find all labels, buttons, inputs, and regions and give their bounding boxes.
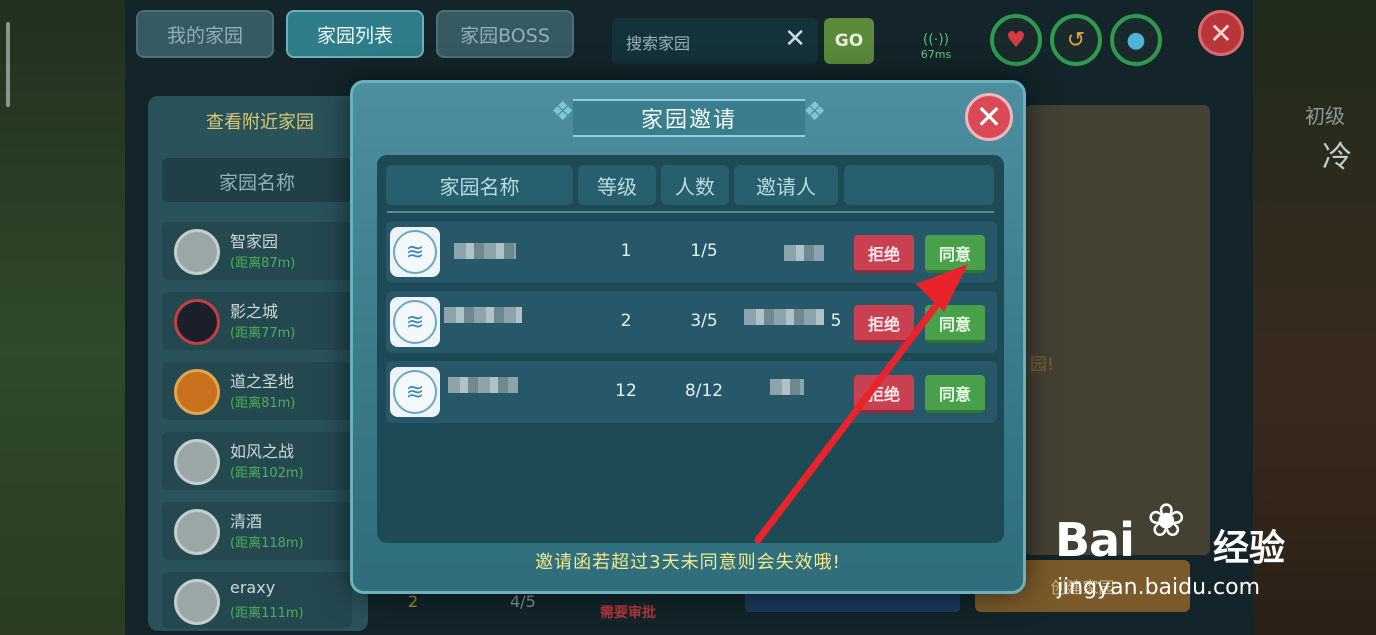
list-item[interactable]: 道之圣地 (距离81m) bbox=[162, 362, 352, 420]
reject-button[interactable]: 拒绝 bbox=[854, 235, 914, 273]
home-name: 如风之战 bbox=[230, 442, 295, 461]
fish-avatar-icon: ≋ bbox=[393, 300, 437, 344]
search-placeholder: 搜索家园 bbox=[626, 34, 691, 53]
accept-button[interactable]: 同意 bbox=[925, 235, 985, 273]
tab-home-boss[interactable]: 家园BOSS bbox=[436, 10, 574, 58]
create-home-scroll bbox=[1025, 105, 1210, 555]
wifi-icon: ((·)) bbox=[922, 32, 950, 48]
ping-label: 67ms bbox=[920, 48, 952, 61]
inviter-redacted bbox=[784, 245, 824, 261]
inviter-suffix: 5 bbox=[830, 311, 842, 331]
home-name-redacted bbox=[448, 377, 518, 393]
fish-avatar-icon: ≋ bbox=[393, 230, 437, 274]
paw-logo-icon: ❀ bbox=[1147, 493, 1186, 547]
watermark-brand-suffix: 经验 bbox=[1213, 528, 1286, 569]
accept-button[interactable]: 同意 bbox=[925, 305, 985, 343]
tab-my-home[interactable]: 我的家园 bbox=[136, 10, 274, 58]
list-item[interactable]: 如风之战 (距离102m) bbox=[162, 432, 352, 490]
home-avatar: ≋ bbox=[390, 367, 440, 417]
screen-edge-handle bbox=[6, 22, 10, 107]
main-close-button[interactable]: ✕ bbox=[1198, 10, 1244, 56]
row-members: 3/5 bbox=[690, 311, 718, 331]
col-inviter: 邀请人 bbox=[734, 165, 838, 205]
ornament-left-icon: ❖ bbox=[551, 97, 575, 127]
col-level: 等级 bbox=[578, 165, 656, 205]
home-avatar: ≋ bbox=[390, 297, 440, 347]
network-ping: ((·)) 67ms bbox=[916, 32, 956, 61]
baidu-watermark: Bai ❀ 经验 jingyan.baidu.com bbox=[1055, 493, 1315, 605]
game-screen: 我的家园 家园列表 家园BOSS 搜索家园 ✕ GO ((·)) 67ms ♥ … bbox=[0, 0, 1376, 635]
row-members: 1/5 bbox=[690, 241, 718, 261]
col-home-name: 家园名称 bbox=[386, 165, 573, 205]
home-avatar-icon bbox=[174, 369, 220, 415]
home-avatar-icon bbox=[174, 229, 220, 275]
home-avatar-icon bbox=[174, 579, 220, 625]
water-drop-icon: ● bbox=[1110, 14, 1162, 66]
fish-avatar-icon: ≋ bbox=[393, 370, 437, 414]
inviter-redacted bbox=[744, 309, 824, 325]
close-icon: ✕ bbox=[975, 98, 1003, 136]
list-item[interactable]: eraxy (距离111m) bbox=[162, 572, 352, 628]
close-icon: ✕ bbox=[1209, 16, 1233, 50]
home-name: eraxy bbox=[230, 578, 276, 597]
clear-search-icon[interactable]: ✕ bbox=[784, 24, 806, 54]
invitation-modal: ❖ 家园邀请 ❖ ✕ 家园名称 等级 人数 邀请人 ≋ 1 1/5 拒绝 同意 … bbox=[350, 80, 1026, 594]
home-distance: (距离81m) bbox=[230, 396, 296, 411]
bg-approval-status: 需要审批 bbox=[600, 605, 656, 621]
home-name: 道之圣地 bbox=[230, 372, 295, 391]
watermark-url: jingyan.baidu.com bbox=[1057, 575, 1261, 600]
home-avatar-icon bbox=[174, 299, 220, 345]
home-name-redacted bbox=[444, 307, 522, 323]
search-input[interactable]: 搜索家园 ✕ bbox=[612, 18, 818, 64]
expiry-notice: 邀请函若超过3天未同意则会失效哦! bbox=[535, 552, 841, 573]
heart-icon: ♥ bbox=[990, 14, 1042, 66]
home-distance: (距离118m) bbox=[230, 536, 304, 551]
home-distance: (距离111m) bbox=[230, 606, 304, 621]
header-divider bbox=[387, 211, 994, 213]
bg-note-text: 园! bbox=[1030, 355, 1054, 375]
home-avatar-icon bbox=[174, 439, 220, 485]
home-name: 清酒 bbox=[230, 512, 263, 531]
bg-count-value: 4/5 bbox=[510, 592, 536, 611]
home-avatar-icon bbox=[174, 509, 220, 555]
bg-right-text: 初级 bbox=[1305, 104, 1345, 128]
list-item[interactable]: 影之城 (距离77m) bbox=[162, 292, 352, 350]
nearby-title: 查看附近家园 bbox=[206, 112, 314, 133]
home-distance: (距离77m) bbox=[230, 326, 296, 341]
ornament-right-icon: ❖ bbox=[803, 97, 827, 127]
nearby-column-header: 家园名称 bbox=[162, 158, 352, 202]
list-item[interactable]: 智家园 (距离87m) bbox=[162, 222, 352, 280]
home-avatar: ≋ bbox=[390, 227, 440, 277]
reject-button[interactable]: 拒绝 bbox=[854, 305, 914, 343]
home-name: 影之城 bbox=[230, 302, 279, 321]
hunger-icon: ↺ bbox=[1050, 14, 1102, 66]
go-button[interactable]: GO bbox=[824, 18, 874, 64]
modal-title: 家园邀请 bbox=[573, 99, 805, 137]
reject-button[interactable]: 拒绝 bbox=[854, 375, 914, 413]
home-distance: (距离102m) bbox=[230, 466, 304, 481]
col-actions bbox=[844, 165, 994, 205]
row-level: 12 bbox=[615, 381, 637, 401]
home-distance: (距离87m) bbox=[230, 256, 296, 271]
list-item[interactable]: 清酒 (距离118m) bbox=[162, 502, 352, 560]
home-name-redacted bbox=[454, 243, 516, 259]
table-row: ≋ 2 3/5 5 拒绝 同意 bbox=[386, 291, 997, 353]
row-level: 1 bbox=[620, 241, 632, 261]
invitation-table: 家园名称 等级 人数 邀请人 ≋ 1 1/5 拒绝 同意 ≋ 2 3/5 5 拒… bbox=[377, 155, 1004, 543]
row-level: 2 bbox=[620, 311, 632, 331]
home-name: 智家园 bbox=[230, 232, 279, 251]
table-row: ≋ 12 8/12 拒绝 同意 bbox=[386, 361, 997, 423]
accept-button[interactable]: 同意 bbox=[925, 375, 985, 413]
col-members: 人数 bbox=[661, 165, 729, 205]
row-members: 8/12 bbox=[684, 381, 724, 401]
inviter-redacted bbox=[770, 379, 804, 395]
world-background-left bbox=[0, 0, 125, 635]
bg-right-text-large: 冷 bbox=[1322, 140, 1352, 175]
tab-home-list[interactable]: 家园列表 bbox=[286, 10, 424, 58]
watermark-brand: Bai bbox=[1055, 513, 1135, 567]
modal-close-button[interactable]: ✕ bbox=[965, 93, 1013, 141]
bg-level-value: 2 bbox=[408, 592, 419, 611]
table-row: ≋ 1 1/5 拒绝 同意 bbox=[386, 221, 997, 283]
